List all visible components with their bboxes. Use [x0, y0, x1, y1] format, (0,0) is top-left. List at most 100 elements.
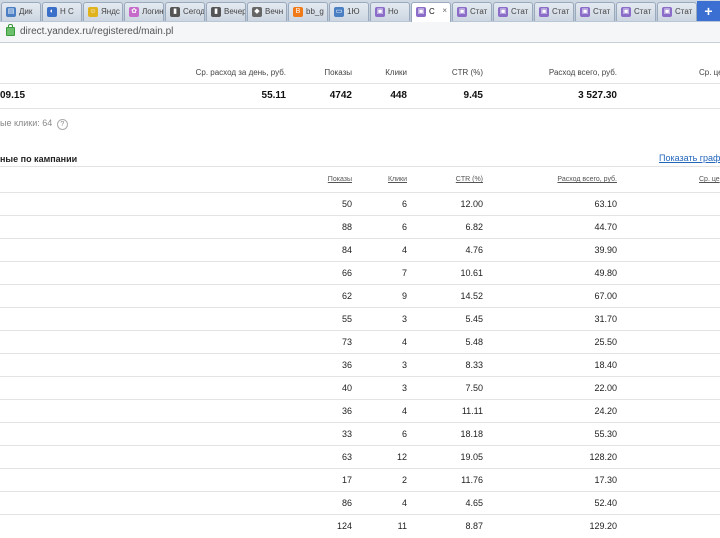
table-row: 40 3 7.50 22.00 — [0, 377, 720, 400]
browser-tab-label: Логин — [142, 7, 164, 16]
browser-tab[interactable]: ◐ Н С — [42, 2, 82, 21]
browser-tab-label: Сегод — [183, 7, 205, 16]
address-bar[interactable]: direct.yandex.ru/registered/main.pl — [0, 22, 720, 43]
clicks-note-text: ые клики: 64 — [0, 118, 53, 128]
table-shows-header[interactable]: Показы — [328, 176, 352, 183]
table-row: 50 6 12.00 63.10 — [0, 193, 720, 216]
browser-tab-label: Вечн — [265, 7, 284, 16]
table-cell-ctr: 5.45 — [465, 314, 483, 324]
table-cell-shows: 86 — [341, 498, 352, 508]
table-cell-ctr: 11.76 — [461, 475, 483, 485]
table-cell-shows: 73 — [341, 337, 352, 347]
divider — [0, 376, 720, 377]
browser-tab[interactable]: ▣ Но — [370, 2, 410, 21]
browser-tab[interactable]: ☺ Яндс — [83, 2, 123, 21]
url-text[interactable]: direct.yandex.ru/registered/main.pl — [20, 26, 173, 37]
browser-tab[interactable]: ▤ Дик — [1, 2, 41, 21]
table-cell-clicks: 6 — [401, 199, 407, 209]
divider — [0, 514, 720, 515]
table-row: 62 9 14.52 67.00 — [0, 285, 720, 308]
table-cell-ctr: 19.05 — [460, 452, 483, 462]
browser-tab[interactable]: ▣ Стат — [452, 2, 492, 21]
show-graph-link[interactable]: Показать графи — [659, 153, 720, 163]
table-cell-clicks: 7 — [401, 268, 407, 278]
table-cell-clicks: 4 — [401, 498, 407, 508]
table-cell-clicks: 3 — [401, 360, 407, 370]
table-cell-ctr: 8.87 — [465, 521, 483, 531]
table-cell-total: 49.80 — [594, 268, 617, 278]
divider — [0, 422, 720, 423]
window-icon: ▭ — [334, 7, 344, 17]
table-cell-shows: 17 — [341, 475, 352, 485]
divider — [0, 261, 720, 262]
browser-tab-label: Стат — [634, 7, 652, 16]
table-cell-shows: 63 — [341, 452, 352, 462]
table-cell-shows: 88 — [341, 222, 352, 232]
table-cell-total: 31.70 — [594, 314, 617, 324]
browser-tab[interactable]: ◆ Вечн — [247, 2, 287, 21]
new-tab-button[interactable]: + — [697, 1, 720, 21]
table-avg-price-header[interactable]: Ср. це — [699, 176, 720, 183]
browser-tab-label: С — [429, 7, 435, 16]
table-cell-ctr: 14.52 — [460, 291, 483, 301]
table-clicks-header[interactable]: Клики — [388, 176, 407, 183]
table-cell-shows: 50 — [341, 199, 352, 209]
table-ctr-header[interactable]: CTR (%) — [456, 176, 483, 183]
browser-tab[interactable]: ▣ С × — [411, 2, 451, 22]
close-icon[interactable]: × — [442, 6, 447, 15]
browser-tab[interactable]: ▣ Стат — [575, 2, 615, 21]
table-cell-clicks: 3 — [401, 314, 407, 324]
table-cell-total: 24.20 — [594, 406, 617, 416]
divider — [0, 192, 720, 193]
table-cell-ctr: 4.65 — [465, 498, 483, 508]
table-cell-ctr: 18.18 — [460, 429, 483, 439]
summary-avg-price-header: Ср. це — [699, 68, 720, 77]
table-cell-shows: 62 — [341, 291, 352, 301]
browser-tab[interactable]: ▮ Вечер — [206, 2, 246, 21]
clicks-note: ые клики: 64 ? — [0, 118, 68, 130]
browser-tab-label: Н С — [60, 7, 74, 16]
summary-ctr-value: 9.45 — [463, 90, 483, 101]
chat-icon: ◐ — [47, 7, 57, 17]
table-cell-clicks: 4 — [401, 406, 407, 416]
summary-shows-header: Показы — [324, 68, 352, 77]
table-cell-clicks: 9 — [401, 291, 407, 301]
table-cell-ctr: 11.11 — [461, 406, 483, 416]
table-cell-clicks: 6 — [401, 429, 407, 439]
table-cell-shows: 124 — [336, 521, 352, 531]
table-row: 84 4 4.76 39.90 — [0, 239, 720, 262]
browser-tab[interactable]: Bbb_g — [288, 2, 328, 21]
browser-tab[interactable]: ▮ Сегод — [165, 2, 205, 21]
browser-tab[interactable]: ▣ Стат — [534, 2, 574, 21]
summary-total-header: Расход всего, руб. — [548, 68, 617, 77]
browser-tab-label: Стат — [552, 7, 570, 16]
browser-tab[interactable]: ✿ Логин — [124, 2, 164, 21]
divider — [0, 399, 720, 400]
table-row: 63 12 19.05 128.20 — [0, 446, 720, 469]
table-cell-shows: 36 — [341, 406, 352, 416]
browser-tab[interactable]: ▣ Стат — [616, 2, 656, 21]
browser-tab[interactable]: ▣ Стат — [493, 2, 533, 21]
table-cell-total: 63.10 — [594, 199, 617, 209]
browser-tab[interactable]: ▣ Стат — [657, 2, 697, 21]
page-icon: ▣ — [539, 7, 549, 17]
page-icon: ▣ — [662, 7, 672, 17]
browser-tab[interactable]: ▭ 1Ю — [329, 2, 369, 21]
divider — [0, 284, 720, 285]
table-total-header[interactable]: Расход всего, руб. — [557, 176, 617, 183]
page-icon: ▣ — [621, 7, 631, 17]
summary-total-value: 3 527.30 — [578, 90, 617, 101]
divider — [0, 445, 720, 446]
table-cell-ctr: 10.61 — [460, 268, 483, 278]
table-row: 36 4 11.11 24.20 — [0, 400, 720, 423]
table-row: 55 3 5.45 31.70 — [0, 308, 720, 331]
lock-icon — [6, 24, 15, 36]
divider — [0, 83, 720, 84]
table-row: 73 4 5.48 25.50 — [0, 331, 720, 354]
summary-shows-value: 4742 — [329, 90, 352, 101]
table-cell-total: 39.90 — [594, 245, 617, 255]
table-row: 33 6 18.18 55.30 — [0, 423, 720, 446]
summary-first-value: 09.15 — [0, 90, 26, 101]
help-icon[interactable]: ? — [56, 119, 68, 130]
browser-tab-label: Стат — [470, 7, 488, 16]
